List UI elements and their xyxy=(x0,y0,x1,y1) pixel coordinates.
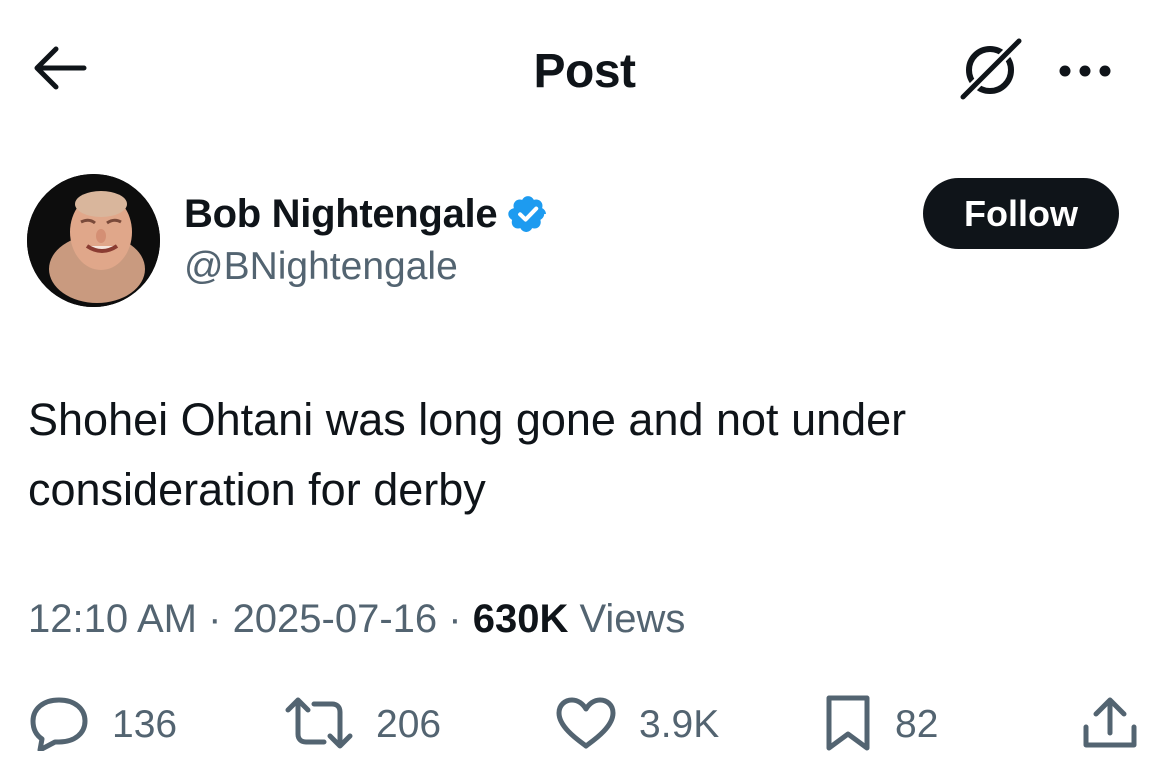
avatar[interactable] xyxy=(27,174,160,307)
tweet-text: Shohei Ohtani was long gone and not unde… xyxy=(28,385,1128,525)
more-horizontal-icon xyxy=(1055,63,1115,84)
author-handle[interactable]: @BNightengale xyxy=(184,245,458,289)
follow-button[interactable]: Follow xyxy=(923,178,1119,249)
tweet-meta: 12:10 AM · 2025-07-16 · 630K Views xyxy=(28,597,685,642)
bookmark-button[interactable]: 82 xyxy=(823,695,938,755)
reply-button[interactable]: 136 xyxy=(28,695,177,755)
tweet-time[interactable]: 12:10 AM xyxy=(28,597,197,641)
tweet-text-line: Shohei Ohtani was long gone and not unde… xyxy=(28,394,907,445)
repost-button[interactable]: 206 xyxy=(284,695,441,755)
verified-badge-icon[interactable] xyxy=(507,193,549,235)
views-label: Views xyxy=(568,597,686,641)
bookmark-icon xyxy=(823,694,873,757)
bookmark-count: 82 xyxy=(895,703,939,746)
reply-icon xyxy=(28,695,90,756)
author-name[interactable]: Bob Nightengale xyxy=(184,192,498,237)
tweet-date[interactable]: 2025-07-16 xyxy=(233,597,438,641)
repost-icon xyxy=(284,696,354,755)
repost-count: 206 xyxy=(376,703,442,746)
like-button[interactable]: 3.9K xyxy=(555,695,719,755)
share-button[interactable] xyxy=(1080,695,1140,755)
share-icon xyxy=(1080,695,1140,756)
post-page: Post Bob Nightengale @BNightengale Follo… xyxy=(0,0,1169,781)
views-count[interactable]: 630K xyxy=(473,597,569,641)
reply-count: 136 xyxy=(112,703,178,746)
more-options-button[interactable] xyxy=(1050,48,1120,98)
author-name-row: Bob Nightengale xyxy=(184,190,549,238)
meta-separator: · xyxy=(197,597,233,641)
grok-icon xyxy=(953,35,1027,106)
post-header: Post xyxy=(0,0,1169,140)
like-count: 3.9K xyxy=(639,703,720,746)
heart-icon xyxy=(555,696,617,755)
meta-separator: · xyxy=(437,597,473,641)
tweet-text-line: consideration for derby xyxy=(28,464,486,515)
grok-button[interactable] xyxy=(950,35,1030,106)
